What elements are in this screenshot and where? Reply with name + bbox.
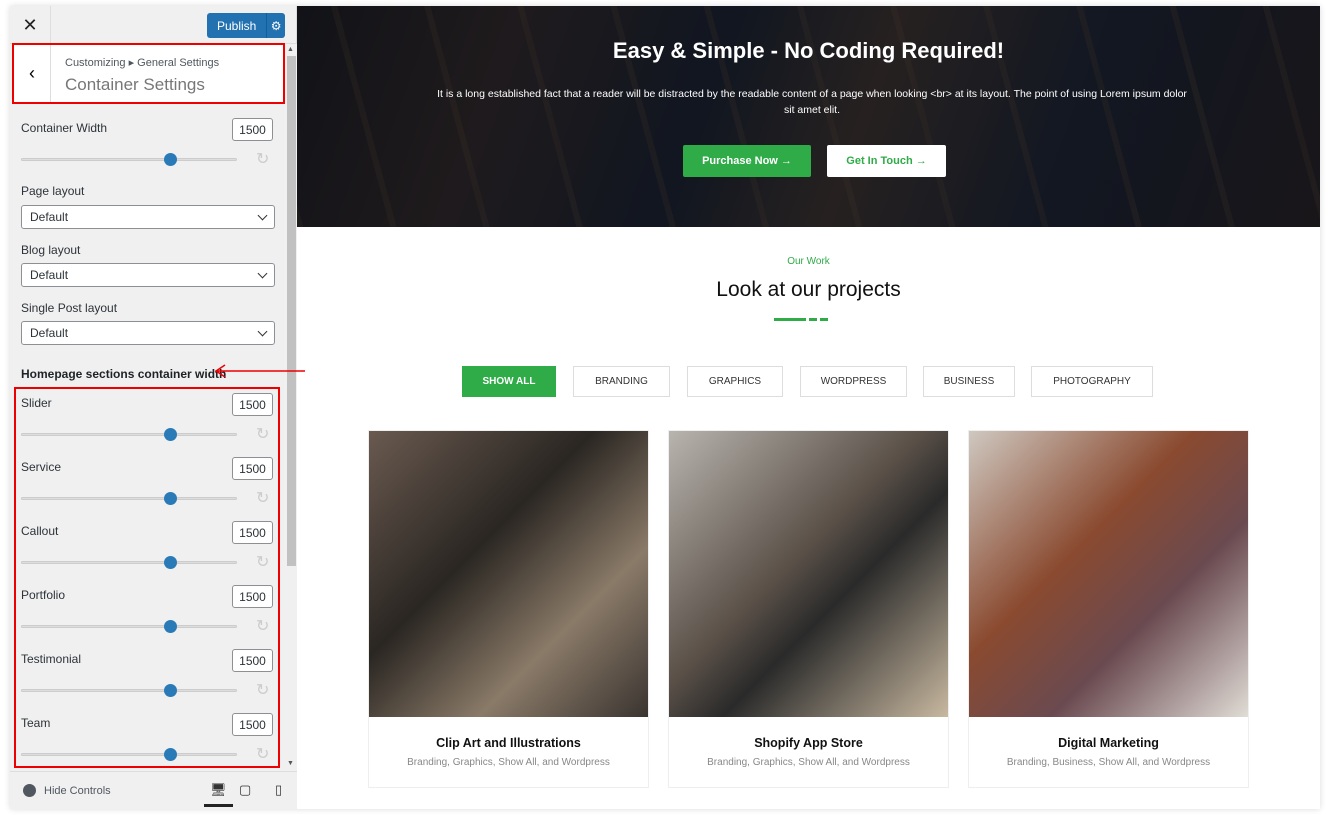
heading-divider (774, 318, 828, 321)
hero-text: It is a long established fact that a rea… (437, 88, 1187, 116)
portfolio-image[interactable] (369, 431, 648, 717)
hide-controls-label: Hide Controls (44, 784, 111, 797)
breadcrumb: Customizing ▸ General Settings (65, 57, 220, 69)
slider-thumb[interactable] (163, 428, 177, 441)
portfolio-card[interactable]: Shopify App Store Branding, Graphics, Sho… (668, 430, 949, 788)
section-width-input[interactable]: 1500 (232, 457, 273, 480)
card-title[interactable]: Digital Marketing (969, 736, 1248, 750)
section-width-label: Callout (21, 524, 59, 538)
section-width-input[interactable]: 1500 (232, 713, 273, 736)
blog-layout-select[interactable]: Default (21, 263, 275, 287)
container-width-input[interactable]: 1500 (232, 118, 273, 141)
purchase-now-button[interactable]: Purchase Now → (683, 145, 811, 177)
customizer-sidebar: ✕ Publish ⚙ ‹ Customizing ▸ General Setti… (10, 6, 297, 809)
page-title: Container Settings (65, 75, 205, 94)
customizer-window: ✕ Publish ⚙ ‹ Customizing ▸ General Setti… (10, 6, 1320, 809)
annotation-arrow-icon (214, 364, 305, 378)
section-eyebrow: Our Work (787, 256, 830, 267)
site-preview: Easy & Simple - No Coding Required! It i… (297, 6, 1320, 809)
section-width-label: Portfolio (21, 588, 66, 602)
page-layout-label: Page layout (21, 184, 85, 198)
reset-icon[interactable]: ↻ (256, 488, 269, 508)
reset-icon[interactable]: ↻ (256, 680, 269, 700)
portfolio-image[interactable] (969, 431, 1248, 717)
mobile-preview-icon[interactable]: ▯ (275, 782, 282, 798)
card-title[interactable]: Shopify App Store (669, 736, 948, 750)
publish-button[interactable]: Publish ⚙ (207, 13, 285, 38)
homepage-sections-heading: Homepage sections container width (21, 367, 227, 381)
card-tags: Branding, Business, Show All, and Wordpr… (1006, 757, 1211, 768)
container-width-label: Container Width (21, 121, 108, 135)
container-width-slider[interactable] (21, 153, 237, 166)
hero-section: Easy & Simple - No Coding Required! It i… (297, 6, 1320, 227)
reset-icon[interactable]: ↻ (256, 149, 269, 169)
back-icon[interactable]: ‹ (14, 45, 51, 102)
card-tags: Branding, Graphics, Show All, and Wordpr… (707, 757, 910, 768)
slider-thumb[interactable] (163, 684, 177, 697)
section-width-slider[interactable] (21, 492, 237, 505)
tablet-preview-icon[interactable]: ▢ (239, 782, 251, 798)
section-width-slider[interactable] (21, 684, 237, 697)
scrollbar[interactable]: ▲ ▼ (285, 44, 297, 771)
single-post-layout-label: Single Post layout (21, 301, 118, 315)
hide-controls-button[interactable]: Hide Controls (23, 784, 111, 797)
section-width-input[interactable]: 1500 (232, 521, 273, 544)
section-width-slider[interactable] (21, 428, 237, 441)
slider-thumb[interactable] (163, 748, 177, 761)
reset-icon[interactable]: ↻ (256, 616, 269, 636)
section-width-input[interactable]: 1500 (232, 585, 273, 608)
single-post-layout-select[interactable]: Default (21, 321, 275, 345)
gear-icon[interactable]: ⚙ (266, 13, 285, 38)
slider-thumb[interactable] (163, 492, 177, 505)
filter-tab[interactable]: GRAPHICS (687, 366, 783, 397)
section-heading: Look at our projects (716, 278, 901, 301)
section-width-slider[interactable] (21, 748, 237, 761)
collapse-icon (23, 784, 36, 797)
section-width-slider[interactable] (21, 556, 237, 569)
reset-icon[interactable]: ↻ (256, 552, 269, 572)
reset-icon[interactable]: ↻ (256, 744, 269, 764)
portfolio-image[interactable] (669, 431, 948, 717)
section-width-input[interactable]: 1500 (232, 393, 273, 416)
section-width-label: Service (21, 460, 62, 474)
sidebar-footer: Hide Controls 🖥 ▢ ▯ (10, 771, 297, 809)
section-width-input[interactable]: 1500 (232, 649, 273, 672)
slider-thumb[interactable] (163, 620, 177, 633)
section-width-slider[interactable] (21, 620, 237, 633)
close-icon[interactable]: ✕ (10, 6, 51, 44)
filter-tab[interactable]: SHOW ALL (462, 366, 556, 397)
slider-thumb[interactable] (163, 556, 177, 569)
filter-tab[interactable]: PHOTOGRAPHY (1031, 366, 1153, 397)
blog-layout-label: Blog layout (21, 243, 81, 257)
sidebar-header: ✕ Publish ⚙ (10, 6, 296, 44)
highlight-box (14, 387, 280, 768)
get-in-touch-button[interactable]: Get In Touch → (827, 145, 946, 177)
section-header: ‹ Customizing ▸ General Settings Contain… (12, 43, 285, 104)
desktop-preview-icon[interactable]: 🖥 (204, 782, 233, 807)
card-tags: Branding, Graphics, Show All, and Wordpr… (407, 757, 610, 768)
card-title[interactable]: Clip Art and Illustrations (369, 736, 648, 750)
publish-label: Publish (217, 18, 257, 33)
filter-tab[interactable]: WORDPRESS (800, 366, 907, 397)
reset-icon[interactable]: ↻ (256, 424, 269, 444)
portfolio-card[interactable]: Clip Art and Illustrations Branding, Grap… (368, 430, 649, 788)
filter-tab[interactable]: BRANDING (573, 366, 670, 397)
filter-tab[interactable]: BUSINESS (923, 366, 1015, 397)
slider-thumb[interactable] (163, 153, 177, 166)
section-width-label: Team (21, 716, 51, 730)
page-layout-select[interactable]: Default (21, 205, 275, 229)
portfolio-card[interactable]: Digital Marketing Branding, Business, Sho… (968, 430, 1249, 788)
section-width-label: Slider (21, 396, 52, 410)
hero-title: Easy & Simple - No Coding Required! (612, 38, 1005, 63)
section-width-label: Testimonial (21, 652, 82, 666)
